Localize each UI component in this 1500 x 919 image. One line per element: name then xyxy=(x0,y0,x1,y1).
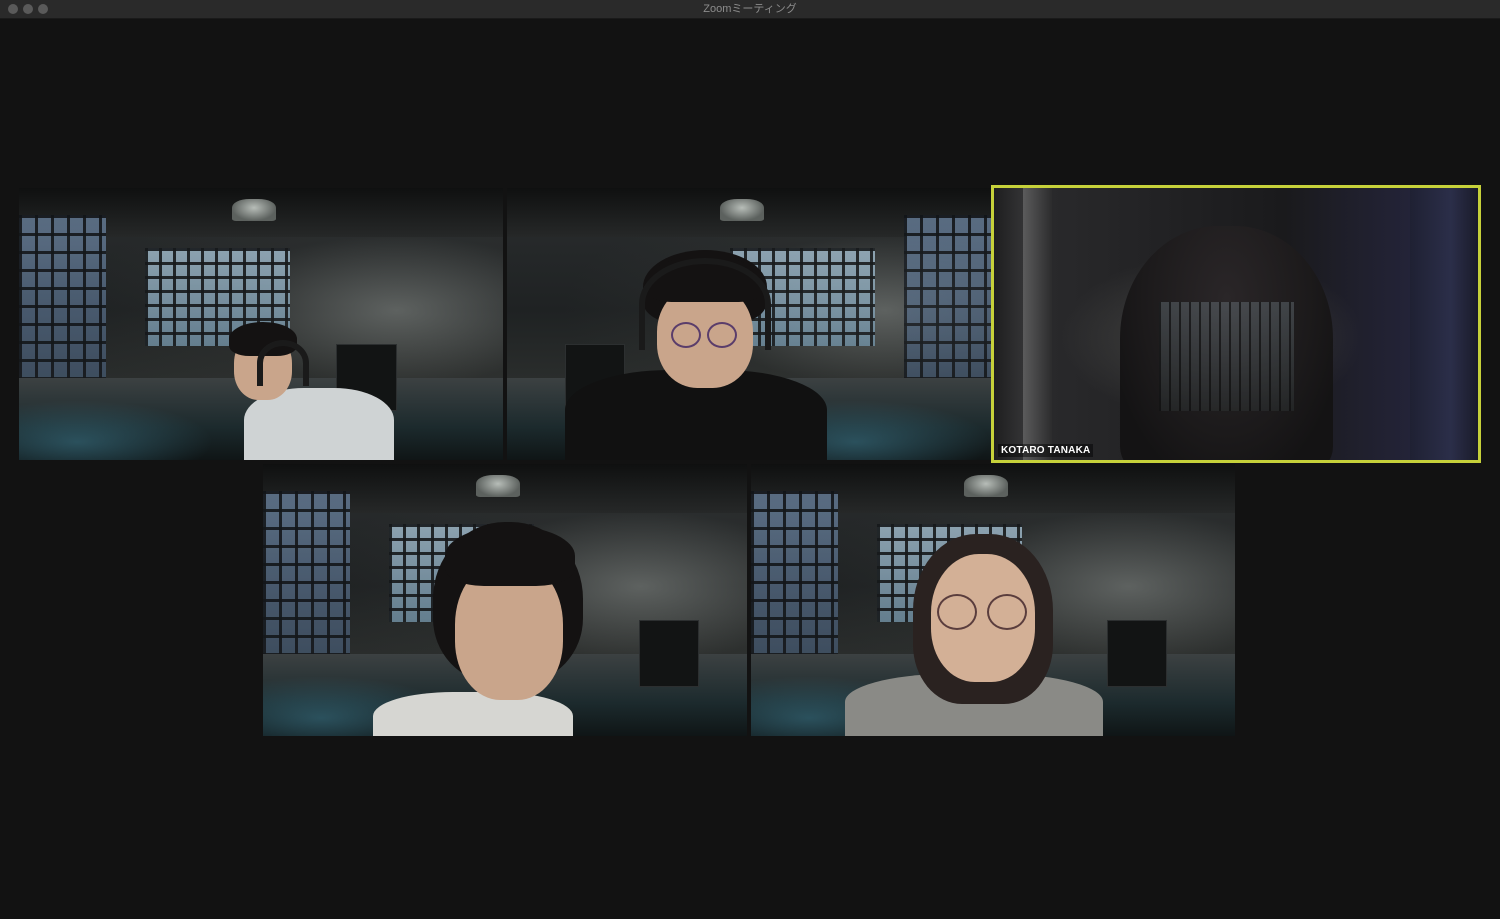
video-tile-participant-4[interactable] xyxy=(263,464,747,736)
title-bar[interactable]: Zoomミーティング xyxy=(0,0,1500,19)
participant-video xyxy=(565,250,835,460)
video-tile-participant-2[interactable] xyxy=(507,188,991,460)
video-tile-participant-5[interactable] xyxy=(751,464,1235,736)
participant-video xyxy=(841,534,1111,736)
zoom-window: Zoomミーティング KOTARO TANAKA xyxy=(0,0,1500,919)
window-title: Zoomミーティング xyxy=(703,3,797,15)
participant-video xyxy=(209,318,409,460)
participant-video xyxy=(363,522,623,736)
participant-name: KOTARO TANAKA xyxy=(998,444,1094,457)
video-tile-participant-1[interactable] xyxy=(19,188,503,460)
participant-video xyxy=(994,188,1478,460)
video-tile-participant-3[interactable]: KOTARO TANAKA xyxy=(994,188,1478,460)
